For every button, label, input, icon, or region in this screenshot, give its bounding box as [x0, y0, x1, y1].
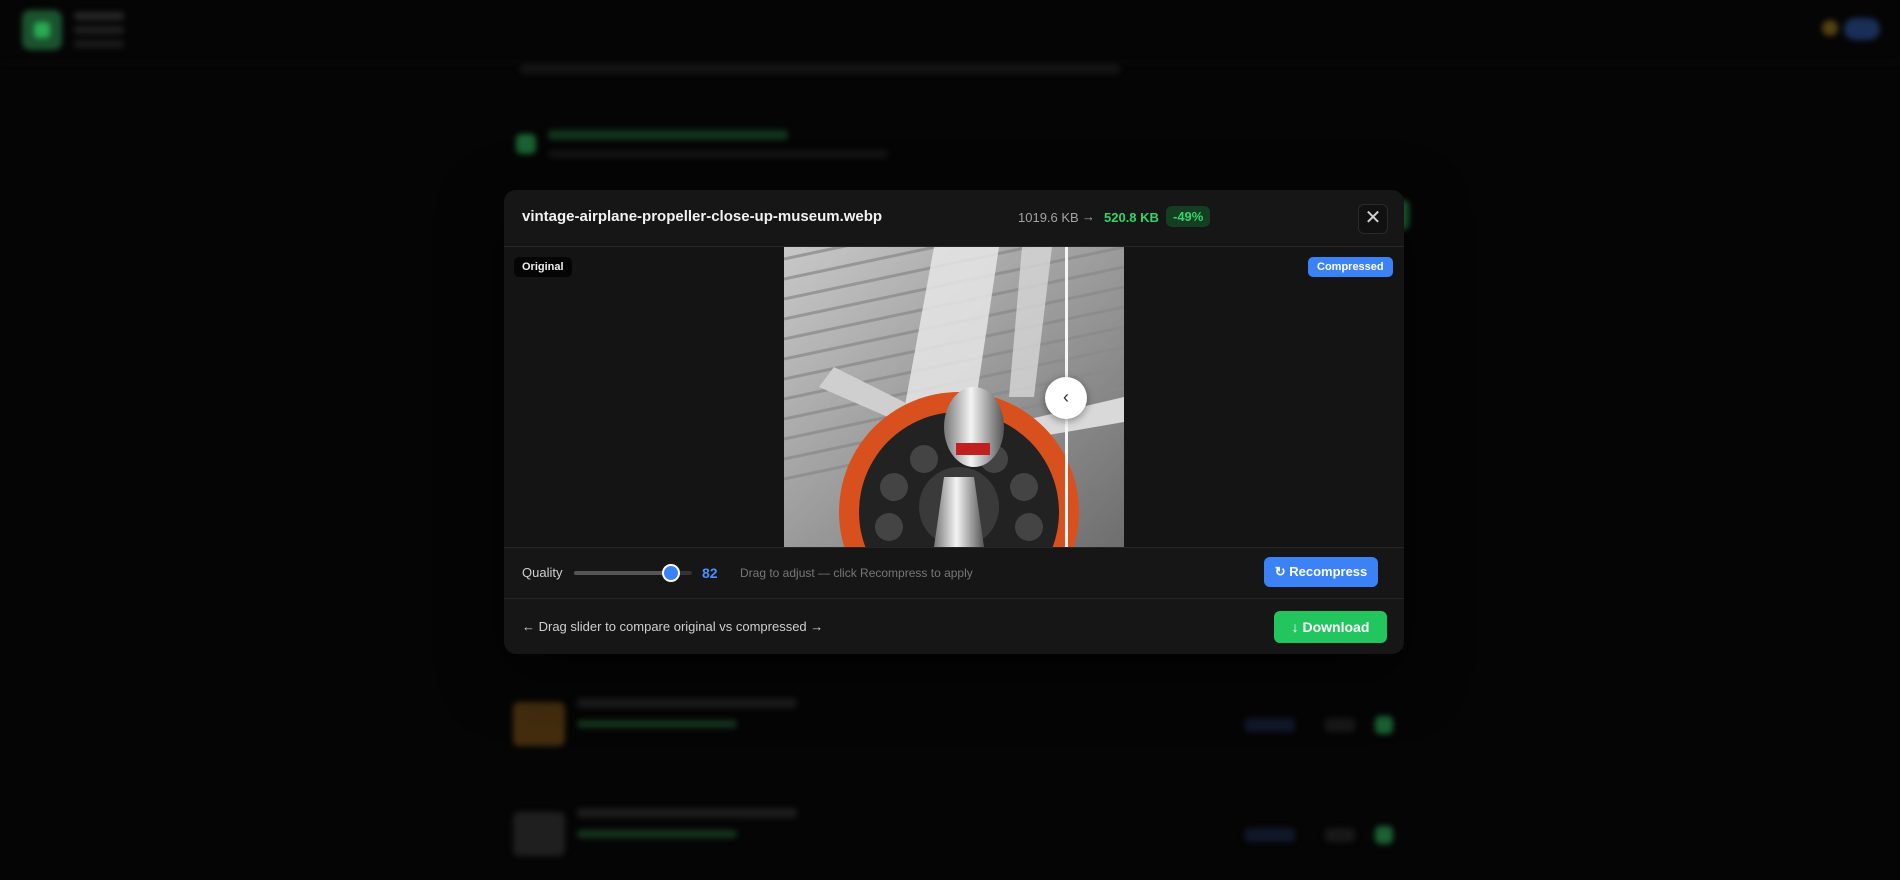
quality-slider-fill [574, 571, 671, 575]
background-indicator [1822, 20, 1838, 36]
download-button[interactable]: ↓ Download [1274, 611, 1387, 643]
background-logo [22, 10, 62, 50]
original-label: Original [514, 257, 572, 277]
compare-viewer[interactable]: Original Compressed ‹ [504, 247, 1404, 547]
quality-slider-thumb[interactable] [661, 564, 680, 582]
recompress-button[interactable]: ↻ Recompress [1264, 557, 1378, 587]
compare-modal: vintage-airplane-propeller-close-up-muse… [504, 190, 1404, 654]
quality-controls: Quality 82 Drag to adjust — click Recomp… [504, 547, 1404, 599]
download-label: ↓ Download [1291, 619, 1370, 635]
background-card-title [548, 130, 788, 140]
file-name: vintage-airplane-propeller-close-up-muse… [522, 208, 883, 225]
close-icon: ✕ [1364, 207, 1382, 229]
background-card-subtitle [548, 150, 888, 158]
original-size: 1019.6 KB [1018, 210, 1079, 225]
arrow-right-icon: → [1082, 209, 1095, 224]
modal-footer: ← Drag slider to compare original vs com… [504, 598, 1404, 654]
quality-label: Quality [522, 565, 563, 580]
compare-hint: ← Drag slider to compare original vs com… [522, 619, 824, 634]
background-nav [520, 64, 1120, 74]
background-file-row [505, 690, 1405, 770]
background-logo-text [74, 12, 124, 20]
compare-handle[interactable]: ‹ [1045, 377, 1087, 419]
reduction-badge: -49% [1166, 206, 1211, 227]
background-avatar [1844, 18, 1880, 40]
background-topbar [0, 0, 1900, 63]
close-button[interactable]: ✕ [1358, 204, 1388, 234]
quality-value: 82 [702, 565, 718, 581]
modal-header: vintage-airplane-propeller-close-up-muse… [504, 190, 1404, 247]
chevron-left-icon: ‹ [1063, 387, 1069, 407]
quality-hint: Drag to adjust — click Recompress to app… [740, 566, 973, 580]
background-card-icon [516, 134, 536, 154]
compressed-label: Compressed [1308, 257, 1393, 277]
quality-slider[interactable] [574, 564, 692, 582]
compressed-size: 520.8 KB [1104, 210, 1159, 225]
recompress-label: ↻ Recompress [1274, 564, 1368, 579]
background-file-row [505, 800, 1405, 880]
